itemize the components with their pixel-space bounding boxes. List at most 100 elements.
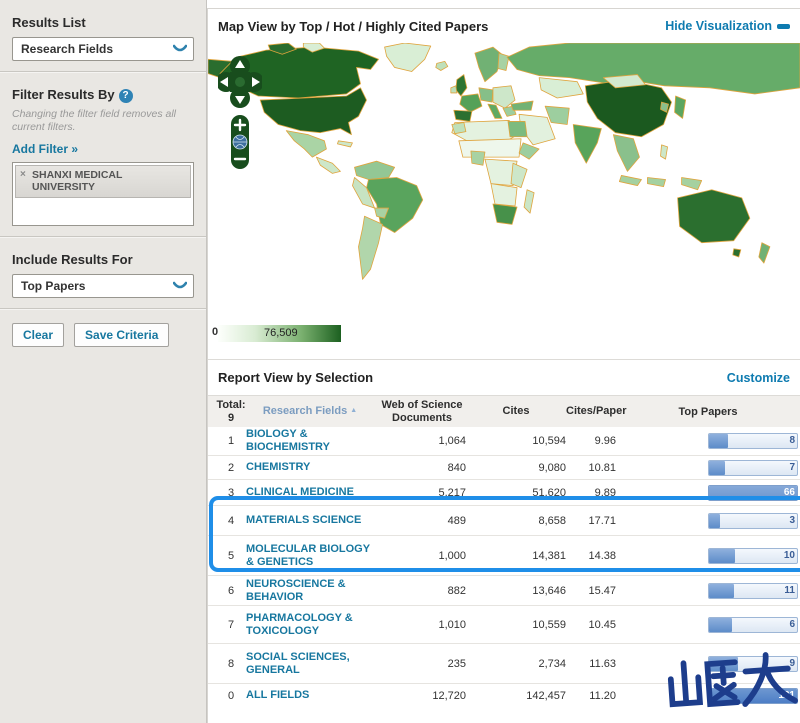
table-row[interactable]: 4 MATERIALS SCIENCE 489 8,658 17.71 3 — [208, 505, 800, 535]
docs-value: 5,217 — [378, 487, 466, 499]
top-papers-bar: 8 — [708, 433, 798, 449]
column-header-cites[interactable]: Cites — [466, 405, 566, 418]
top-papers-value: 8 — [789, 435, 795, 446]
world-map[interactable]: 0 76,509 — [208, 43, 800, 359]
chevron-down-icon — [173, 44, 187, 54]
docs-value: 840 — [378, 462, 466, 474]
map-sahel — [459, 139, 521, 157]
legend-max: 76,509 — [264, 327, 298, 339]
table-row[interactable]: 7 PHARMACOLOGY & TOXICOLOGY 1,010 10,559… — [208, 605, 800, 643]
map-title: Map View by Top / Hot / Highly Cited Pap… — [218, 19, 488, 34]
results-list-dropdown[interactable]: Research Fields — [12, 37, 194, 61]
include-results-dropdown[interactable]: Top Papers — [12, 274, 194, 298]
map-southern-africa — [491, 184, 517, 206]
filter-results-label: Filter Results By — [12, 87, 115, 102]
map-controls[interactable] — [218, 55, 262, 173]
map-new-guinea — [682, 177, 702, 189]
top-papers-value: 7 — [789, 462, 795, 473]
top-papers-value: 6 — [789, 619, 795, 630]
table-row[interactable]: 3 CLINICAL MEDICINE 5,217 51,620 9.89 66 — [208, 479, 800, 505]
filter-note: Changing the filter field removes all cu… — [12, 108, 194, 134]
research-fields-sort-link[interactable]: Research Fields — [263, 405, 347, 417]
map-finland — [498, 53, 509, 70]
docs-value: 12,720 — [378, 690, 466, 702]
field-link[interactable]: CHEMISTRY — [246, 461, 310, 473]
legend-min: 0 — [212, 326, 218, 338]
row-rank: 1 — [216, 435, 246, 447]
choropleth-map[interactable] — [208, 43, 800, 313]
docs-value: 882 — [378, 585, 466, 597]
field-link[interactable]: BIOLOGY & BIOCHEMISTRY — [246, 428, 330, 453]
remove-filter-icon[interactable]: × — [20, 169, 26, 181]
map-turkey — [511, 101, 533, 110]
map-india — [573, 125, 601, 164]
report-table: Total: 9 Research Fields ▲ Web of Scienc… — [208, 395, 800, 707]
column-header-research-fields[interactable]: Research Fields ▲ — [246, 405, 378, 418]
total-value: 9 — [228, 412, 234, 424]
clear-button[interactable]: Clear — [12, 323, 64, 347]
report-header: Report View by Selection Customize — [208, 359, 800, 395]
cites-value: 10,559 — [466, 619, 566, 631]
help-icon[interactable]: ? — [119, 89, 133, 103]
map-argentina — [359, 216, 383, 279]
chevron-down-icon — [173, 281, 187, 291]
row-rank: 5 — [216, 550, 246, 562]
zoom-control — [231, 115, 249, 169]
field-link[interactable]: CLINICAL MEDICINE — [246, 486, 354, 498]
docs-value: 235 — [378, 658, 466, 670]
cites-value: 9,080 — [466, 462, 566, 474]
map-egypt — [508, 121, 527, 136]
top-papers-value: 9 — [789, 658, 795, 669]
cites-value: 13,646 — [466, 585, 566, 597]
table-row[interactable]: 2 CHEMISTRY 840 9,080 10.81 7 — [208, 455, 800, 479]
table-row[interactable]: 5 MOLECULAR BIOLOGY & GENETICS 1,000 14,… — [208, 535, 800, 575]
map-japan — [675, 96, 686, 118]
column-header-documents[interactable]: Web of Science Documents — [378, 399, 466, 424]
map-indonesia — [619, 175, 641, 185]
add-filter-link[interactable]: Add Filter » — [12, 142, 78, 156]
top-papers-value: 3 — [789, 515, 795, 526]
hide-visualization-label: Hide Visualization — [665, 19, 772, 33]
field-link[interactable]: MATERIALS SCIENCE — [246, 514, 361, 526]
cites-per-paper-value: 15.47 — [566, 585, 616, 597]
field-link[interactable]: MOLECULAR BIOLOGY & GENETICS — [246, 543, 370, 568]
column-header-top-papers[interactable]: Top Papers — [616, 406, 800, 418]
map-philippines — [661, 145, 668, 159]
total-count: Total: 9 — [216, 399, 246, 424]
field-link[interactable]: SOCIAL SCIENCES, GENERAL — [246, 651, 350, 676]
top-papers-value: 121 — [778, 690, 795, 701]
table-row[interactable]: 1 BIOLOGY & BIOCHEMISTRY 1,064 10,594 9.… — [208, 427, 800, 455]
table-row[interactable]: 0 ALL FIELDS 12,720 142,457 11.20 121 — [208, 683, 800, 707]
top-papers-value: 11 — [784, 585, 795, 596]
cites-per-paper-value: 9.89 — [566, 487, 616, 499]
customize-link[interactable]: Customize — [727, 371, 790, 385]
top-papers-bar: 6 — [708, 617, 798, 633]
cites-per-paper-value: 10.45 — [566, 619, 616, 631]
include-results-title: Include Results For — [12, 237, 194, 267]
hide-visualization-link[interactable]: Hide Visualization — [665, 19, 790, 33]
total-label: Total: — [216, 399, 245, 411]
field-link[interactable]: ALL FIELDS — [246, 689, 309, 701]
map-new-zealand — [759, 243, 770, 263]
map-indonesia — [647, 177, 665, 186]
table-row[interactable]: 6 NEUROSCIENCE & BEHAVIOR 882 13,646 15.… — [208, 575, 800, 605]
map-madagascar — [524, 190, 534, 213]
results-list-dropdown-value: Research Fields — [21, 42, 113, 56]
map-uk — [456, 75, 467, 96]
table-row[interactable]: 8 SOCIAL SCIENCES, GENERAL 235 2,734 11.… — [208, 643, 800, 683]
include-results-dropdown-value: Top Papers — [21, 279, 85, 293]
save-criteria-button[interactable]: Save Criteria — [74, 323, 169, 347]
field-link[interactable]: NEUROSCIENCE & BEHAVIOR — [246, 578, 346, 603]
map-iceland — [436, 61, 448, 70]
filter-chip[interactable]: × SHANXI MEDICAL UNIVERSITY — [15, 165, 191, 198]
docs-value: 1,010 — [378, 619, 466, 631]
row-rank: 0 — [216, 690, 246, 702]
cites-value: 142,457 — [466, 690, 566, 702]
field-link[interactable]: PHARMACOLOGY & TOXICOLOGY — [246, 612, 353, 637]
map-germany — [479, 88, 493, 102]
top-papers-bar: 3 — [708, 513, 798, 529]
cites-per-paper-value: 17.71 — [566, 515, 616, 527]
top-papers-value: 66 — [784, 487, 795, 498]
cites-value: 2,734 — [466, 658, 566, 670]
column-header-cites-paper[interactable]: Cites/Paper — [566, 405, 616, 418]
